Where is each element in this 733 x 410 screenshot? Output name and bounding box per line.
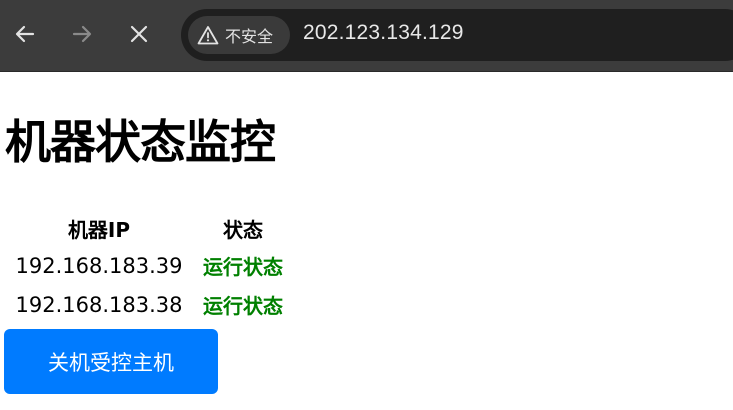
machine-ip: 192.168.183.39: [15, 253, 183, 278]
stop-loading-button[interactable]: [120, 15, 158, 53]
warning-icon: [197, 26, 219, 45]
security-label: 不安全: [225, 27, 274, 46]
security-indicator[interactable]: 不安全: [188, 16, 290, 54]
page-content: 机器状态监控 机器IP 状态 192.168.183.39 运行状态 192.1…: [0, 72, 733, 410]
arrow-right-icon: [72, 25, 92, 43]
forward-button[interactable]: [63, 15, 101, 53]
close-icon: [130, 25, 148, 43]
table-header-row: 机器IP 状态: [7, 210, 295, 246]
machine-status-table: 机器IP 状态 192.168.183.39 运行状态 192.168.183.…: [7, 210, 295, 324]
table-row: 192.168.183.38 运行状态: [7, 285, 295, 324]
back-button[interactable]: [6, 15, 44, 53]
arrow-left-icon: [15, 25, 35, 43]
column-header-status: 状态: [223, 217, 263, 242]
column-header-ip: 机器IP: [67, 217, 131, 242]
machine-status: 运行状态: [203, 294, 283, 318]
shutdown-host-button[interactable]: 关机受控主机: [4, 329, 218, 394]
url-text[interactable]: 202.123.134.129: [303, 21, 464, 45]
page-title: 机器状态监控: [5, 115, 276, 169]
table-row: 192.168.183.39 运行状态: [7, 246, 295, 285]
machine-status: 运行状态: [203, 255, 283, 279]
machine-ip: 192.168.183.38: [15, 292, 183, 317]
address-bar[interactable]: 不安全 202.123.134.129: [181, 9, 733, 61]
browser-toolbar: 不安全 202.123.134.129: [0, 0, 733, 72]
